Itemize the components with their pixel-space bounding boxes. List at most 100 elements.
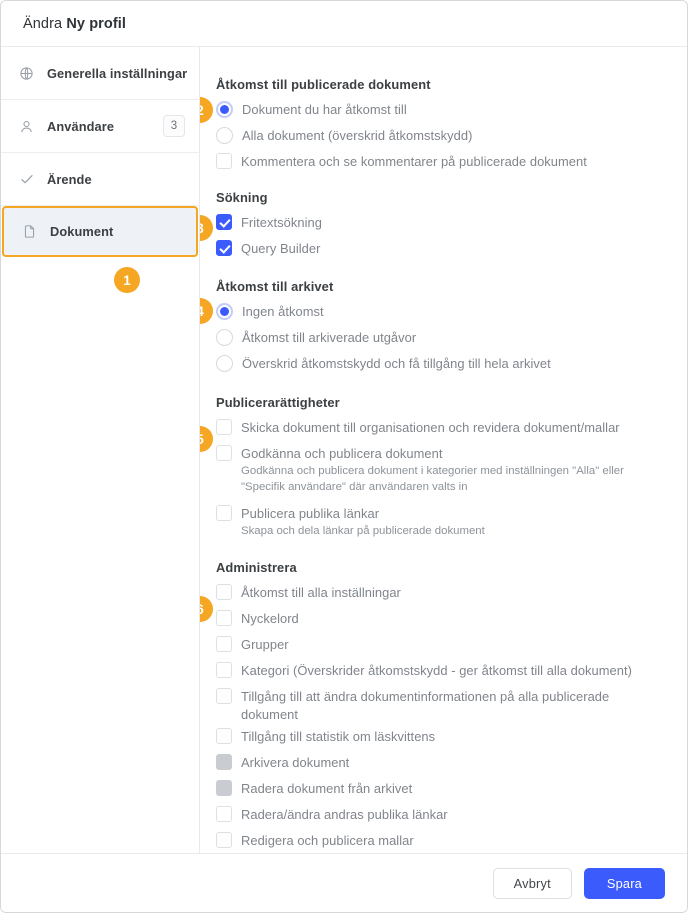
sidebar-item-anvandare[interactable]: Användare 3 — [1, 100, 199, 153]
radio-dokument-du-har-atkomst-till[interactable] — [216, 101, 233, 118]
option-row[interactable]: Dokument du har åtkomst till — [216, 98, 667, 124]
step-badge-4: 4 — [200, 298, 213, 324]
option-row[interactable]: Åtkomst till alla inställningar — [216, 581, 667, 607]
option-label: Radera dokument från arkivet — [241, 780, 413, 796]
option-label: Tillgång till statistik om läskvittens — [241, 728, 436, 744]
option-row[interactable]: Radera/ändra andras publika länkar — [216, 803, 667, 829]
option-row[interactable]: Åtkomst till arkiverade utgåvor — [216, 326, 667, 352]
checkbox-kategori[interactable] — [216, 661, 232, 678]
option-label: Kategori (Överskrider åtkomstskydd - ger… — [241, 662, 632, 678]
option-row[interactable]: Fritextsökning — [216, 211, 667, 237]
option-label: Arkivera dokument — [241, 754, 350, 770]
sidebar-item-generella-installningar[interactable]: Generella inställningar — [1, 47, 199, 100]
sidebar: Generella inställningar Användare 3 Ären — [1, 47, 200, 853]
globe-icon — [18, 65, 35, 82]
option-label: Skicka dokument till organisationen och … — [241, 420, 620, 435]
option-label: Dokument du har åtkomst till — [242, 102, 407, 117]
sidebar-item-label: Användare — [47, 118, 115, 134]
option-row[interactable]: Publicera publika länkar Skapa och dela … — [216, 502, 667, 541]
radio-ingen-atkomst[interactable] — [216, 303, 233, 320]
sidebar-item-arende[interactable]: Ärende — [1, 153, 199, 206]
option-row[interactable]: Kommentera och se kommentarer på publice… — [216, 150, 667, 176]
option-label: Kommentera och se kommentarer på publice… — [241, 154, 587, 169]
option-label: Överskrid åtkomstskydd och få tillgång t… — [242, 356, 551, 371]
option-label: Alla dokument (överskrid åtkomstskydd) — [242, 128, 473, 143]
radio-alla-dokument[interactable] — [216, 127, 233, 144]
option-row[interactable]: Tillgång till statistik om läskvittens — [216, 725, 667, 751]
section-title: Publicerarättigheter — [216, 395, 340, 410]
checkbox-redigera-publicera-mallar[interactable] — [216, 831, 232, 848]
checkbox-skicka-dokument[interactable] — [216, 419, 232, 435]
section-title: Sökning — [216, 190, 268, 205]
option-description: Skapa och dela länkar på publicerade dok… — [241, 525, 485, 537]
document-icon — [21, 223, 38, 240]
option-row[interactable]: Överskrid åtkomstskydd och få tillgång t… — [216, 352, 667, 378]
option-row[interactable]: Alla dokument (överskrid åtkomstskydd) — [216, 124, 667, 150]
checkbox-grupper[interactable] — [216, 635, 232, 652]
section-title: Administrera — [216, 559, 297, 575]
checkbox-radera-dokument-fran-arkivet[interactable] — [216, 779, 232, 796]
dialog-header: Ändra Ny profil — [1, 1, 687, 47]
section-title: Åtkomst till publicerade dokument — [216, 77, 431, 92]
option-row[interactable]: Skicka dokument till organisationen och … — [216, 416, 667, 442]
checkbox-publicera-publika-lankar[interactable] — [216, 505, 232, 521]
step-badge-2: 2 — [200, 97, 213, 123]
page-title-prefix: Ändra — [23, 15, 63, 32]
cancel-button[interactable]: Avbryt — [492, 867, 572, 899]
section-publicerarattigheter: Publicerarättigheter Skicka dokument til… — [216, 395, 667, 541]
option-row[interactable]: Ingen åtkomst — [216, 300, 667, 326]
sidebar-item-label: Generella inställningar — [47, 65, 188, 81]
step-badge-5: 5 — [200, 426, 213, 452]
user-icon — [18, 118, 35, 135]
option-label: Ingen åtkomst — [242, 304, 324, 319]
dialog-footer: Avbryt Spara — [1, 853, 687, 912]
profile-settings-dialog: Ändra Ny profil Generella inställningar — [0, 0, 688, 913]
checkbox-nyckelord[interactable] — [216, 609, 232, 626]
option-label: Publicera publika länkar — [241, 506, 380, 521]
section-title: Åtkomst till arkivet — [216, 279, 334, 294]
option-row[interactable]: Tillgång till att ändra dokumentinformat… — [216, 685, 667, 725]
checkbox-radera-andras-publika-lankar[interactable] — [216, 805, 232, 822]
checkbox-andra-dokumentinformation[interactable] — [216, 687, 232, 704]
option-label: Tillgång till att ändra dokumentinformat… — [241, 688, 610, 722]
option-row[interactable]: Redigera och publicera mallar — [216, 829, 667, 854]
option-description: Godkänna och publicera dokument i katego… — [241, 465, 624, 493]
option-row[interactable]: Query Builder — [216, 237, 667, 263]
section-published-access: Åtkomst till publicerade dokument Dokume… — [216, 77, 667, 176]
option-row[interactable]: Arkivera dokument — [216, 751, 667, 777]
sidebar-item-label: Ärende — [47, 171, 92, 187]
main-panel: 2 3 4 5 6 Åtkomst till publicerade dokum… — [200, 47, 687, 853]
option-row[interactable]: Godkänna och publicera dokument Godkänna… — [216, 442, 667, 496]
option-label: Fritextsökning — [241, 215, 322, 230]
option-label: Åtkomst till alla inställningar — [241, 584, 401, 600]
checkbox-atkomst-alla-installningar[interactable] — [216, 583, 232, 600]
option-label: Query Builder — [241, 241, 321, 256]
save-button[interactable]: Spara — [583, 867, 665, 899]
checkbox-kommentera[interactable] — [216, 153, 232, 169]
page-title: Ändra Ny profil — [23, 16, 126, 32]
section-atkomst-till-arkivet: Åtkomst till arkivet Ingen åtkomst Åtkom… — [216, 279, 667, 378]
radio-arkiverade-utgavor[interactable] — [216, 329, 233, 346]
checkbox-query-builder[interactable] — [216, 240, 232, 256]
option-label: Nyckelord — [241, 610, 299, 626]
checkbox-godkanna-publicera[interactable] — [216, 445, 232, 461]
section-administrera: Administrera Åtkomst till alla inställni… — [216, 560, 667, 854]
option-row[interactable]: Grupper — [216, 633, 667, 659]
radio-overskrid-atkomstskydd[interactable] — [216, 355, 233, 372]
section-sokning: Sökning Fritextsökning Query Builder — [216, 190, 667, 263]
option-label: Redigera och publicera mallar — [241, 832, 414, 848]
sidebar-item-label: Dokument — [50, 224, 114, 239]
step-badge-6: 6 — [200, 596, 213, 622]
checkbox-arkivera-dokument[interactable] — [216, 753, 232, 770]
option-row[interactable]: Kategori (Överskrider åtkomstskydd - ger… — [216, 659, 667, 685]
user-count-badge: 3 — [163, 115, 185, 137]
option-label: Godkänna och publicera dokument — [241, 446, 443, 461]
option-row[interactable]: Radera dokument från arkivet — [216, 777, 667, 803]
checkbox-fritextsokning[interactable] — [216, 214, 232, 230]
check-icon — [18, 171, 35, 188]
checkbox-statistik-laskvittens[interactable] — [216, 727, 232, 744]
option-row[interactable]: Nyckelord — [216, 607, 667, 633]
step-badge-1: 1 — [114, 267, 140, 293]
dialog-body: Generella inställningar Användare 3 Ären — [1, 47, 687, 853]
sidebar-item-dokument[interactable]: Dokument — [2, 206, 198, 257]
